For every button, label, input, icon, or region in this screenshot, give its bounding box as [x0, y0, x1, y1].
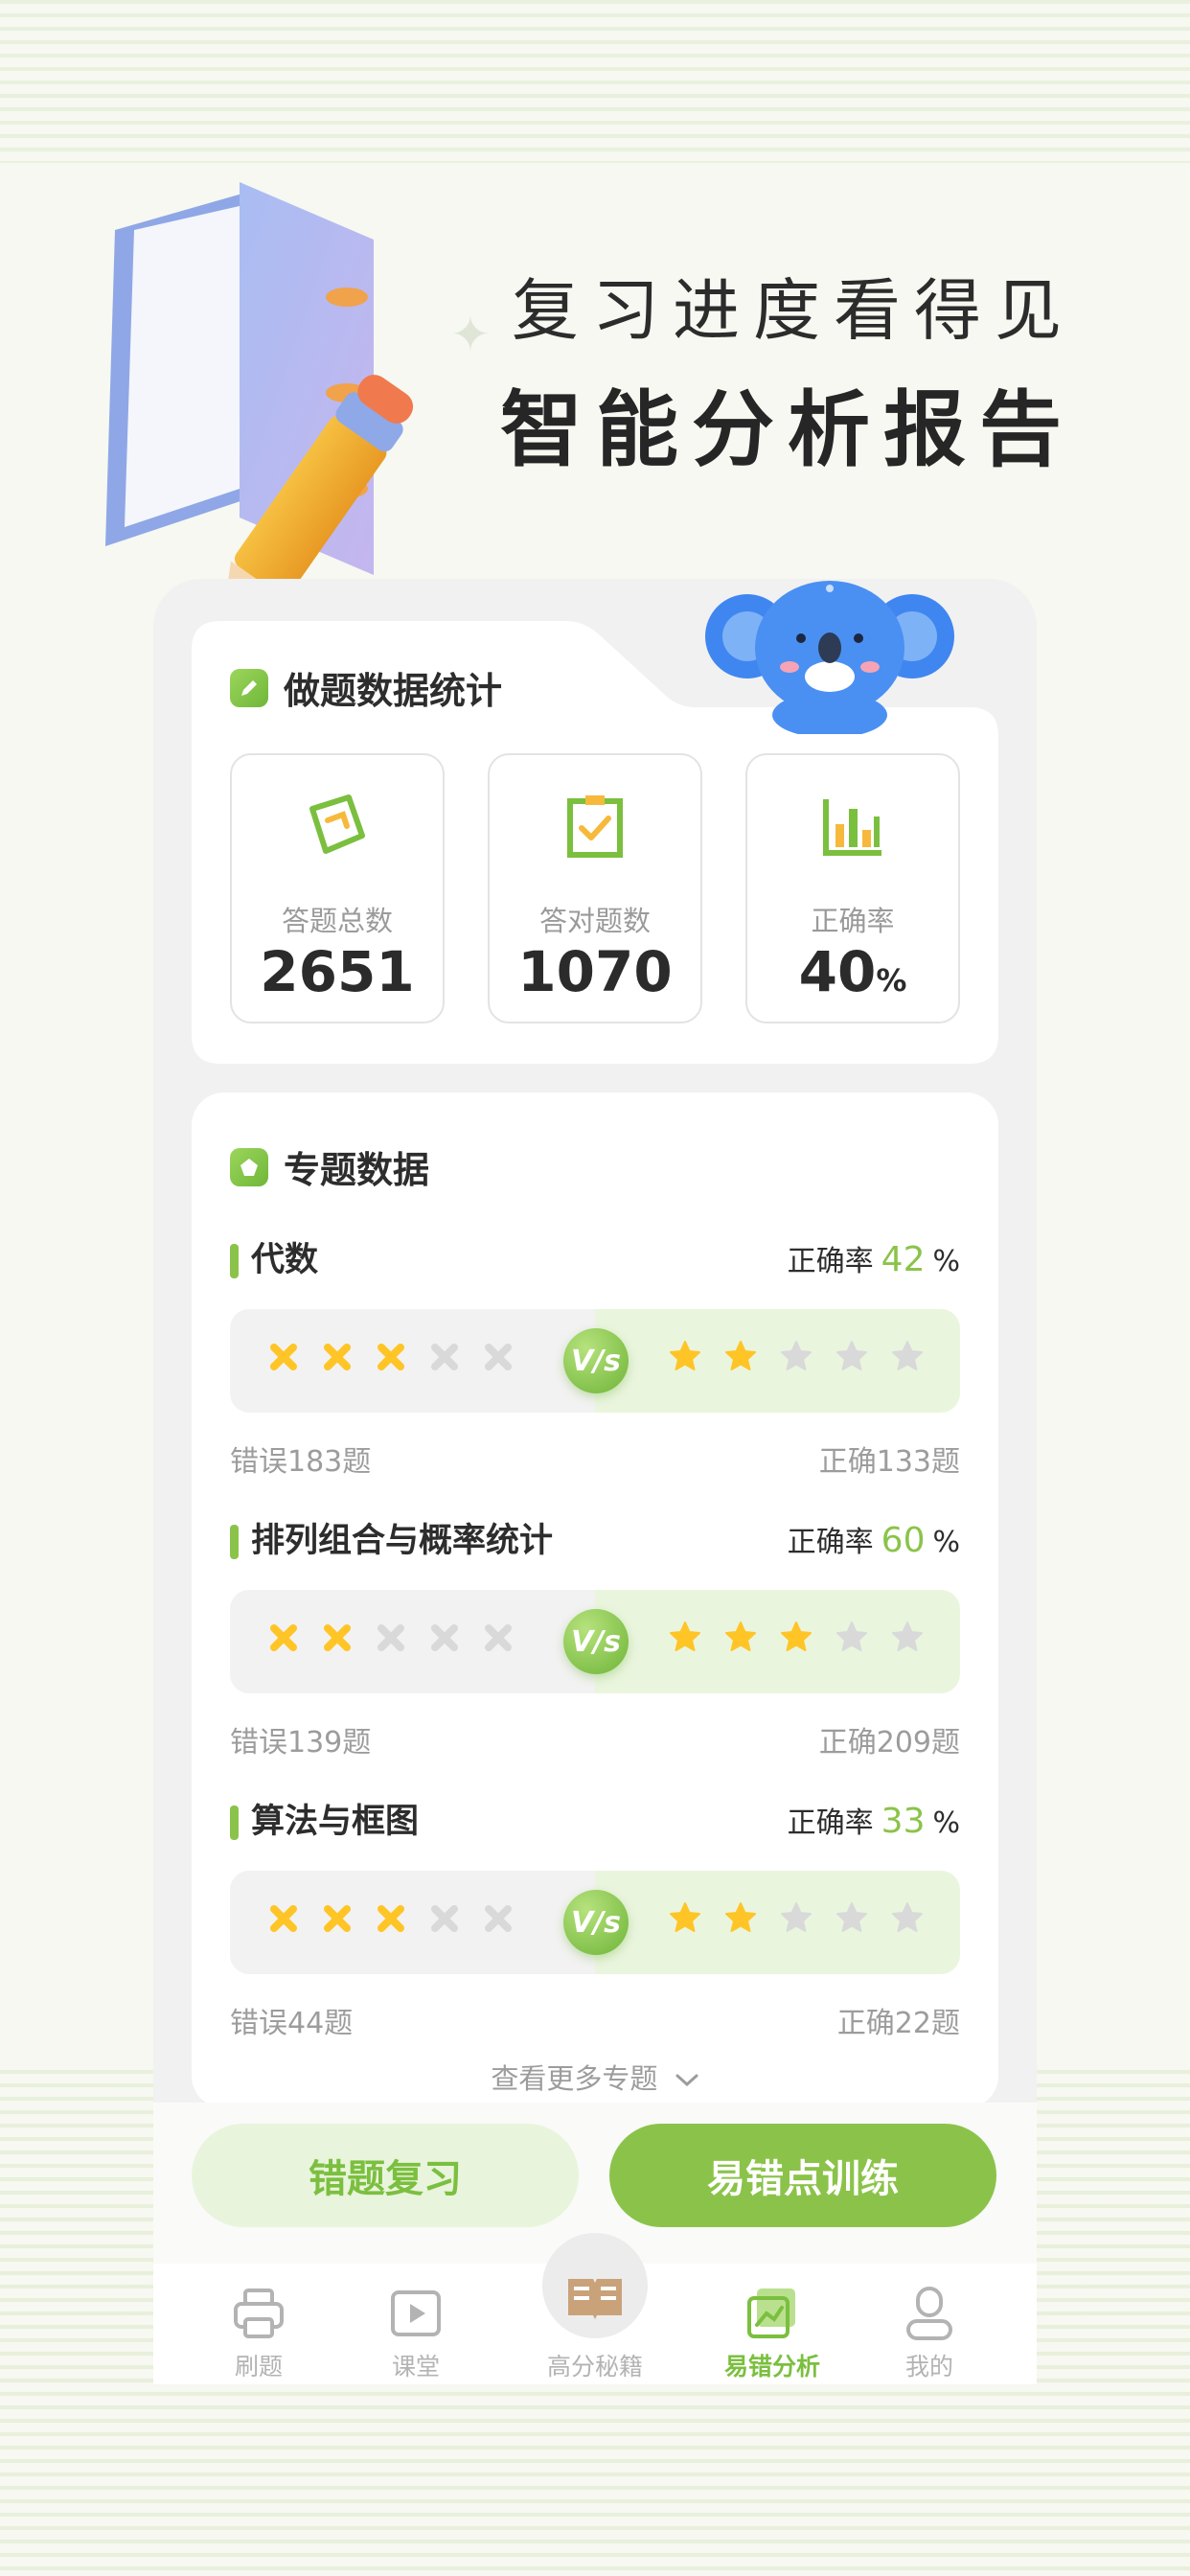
cross-mark-icon: [485, 1905, 512, 1932]
cross-mark-icon: [324, 1905, 351, 1932]
wrong-count: 错误44题: [230, 2007, 354, 2040]
tab-label: 易错分析: [723, 2353, 820, 2380]
error-point-training-button[interactable]: 易错点训练: [609, 2124, 996, 2227]
correct-stars: [669, 1901, 924, 1934]
tab-secrets[interactable]: 高分秘籍: [528, 2279, 662, 2382]
cross-mark-icon: [378, 1905, 404, 1932]
star-icon: [892, 1622, 923, 1651]
cross-mark-icon: [485, 1624, 512, 1651]
star-icon: [781, 1622, 812, 1651]
star-icon: [836, 1622, 867, 1651]
top-stripes: [0, 0, 1190, 163]
cross-mark-icon: [270, 1344, 297, 1370]
tab-label: 高分秘籍: [546, 2353, 643, 2380]
person-icon: [906, 2287, 952, 2340]
stat-total-answers: 答题总数 2651: [230, 753, 445, 1024]
correct-stars: [669, 1340, 924, 1372]
topics-title-text: 专题数据: [284, 1149, 430, 1191]
topic-name: 排列组合与概率统计: [230, 1517, 553, 1565]
chevron-down-icon: [675, 2074, 698, 2087]
pentagon-badge-icon: [230, 1147, 268, 1186]
tab-classroom[interactable]: 课堂: [349, 2281, 483, 2382]
star-icon: [781, 1902, 812, 1932]
more-topics-link[interactable]: 查看更多专题: [192, 2057, 998, 2097]
hero-title: 智能分析报告: [500, 382, 1075, 478]
star-icon: [670, 1341, 700, 1370]
topic-name: 算法与框图: [230, 1798, 419, 1846]
star-icon: [836, 1341, 867, 1370]
tab-error-analysis[interactable]: 易错分析: [705, 2281, 839, 2382]
tab-practice[interactable]: 刷题: [192, 2281, 326, 2382]
vs-badge: V/s: [563, 1328, 629, 1393]
topic-rate: 正确率 60%: [787, 1521, 960, 1560]
wrong-marks: [268, 1622, 514, 1653]
correct-stars: [669, 1621, 924, 1653]
bar-chart-icon: [823, 799, 881, 856]
cross-mark-icon: [378, 1344, 404, 1370]
star-icon: [725, 1902, 756, 1932]
cross-mark-icon: [431, 1905, 458, 1932]
review-mistakes-button[interactable]: 错题复习: [192, 2124, 579, 2227]
notebook-pencil-illustration: [105, 182, 414, 613]
cross-mark-icon: [270, 1905, 297, 1932]
star-icon: [725, 1622, 756, 1651]
wrong-marks: [268, 1342, 514, 1372]
stat-label: 答题总数: [281, 905, 393, 937]
tab-mine[interactable]: 我的: [862, 2281, 996, 2382]
star-icon: [892, 1341, 923, 1370]
star-icon: [725, 1341, 756, 1370]
star-icon: [836, 1902, 867, 1932]
wrong-count: 错误139题: [230, 1726, 372, 1760]
stat-value: 1070: [517, 939, 673, 1004]
star-icon: [670, 1622, 700, 1651]
play-video-icon: [391, 2290, 441, 2336]
pencil-badge-icon: [230, 668, 268, 707]
cross-mark-icon: [324, 1344, 351, 1370]
wrong-marks: [268, 1903, 514, 1934]
topics-section-title: 专题数据: [230, 1140, 429, 1193]
cross-mark-icon: [485, 1344, 512, 1370]
tab-label: 课堂: [391, 2353, 440, 2380]
tab-label: 刷题: [234, 2353, 283, 2380]
stat-label: 答对题数: [538, 905, 651, 937]
more-topics-label: 查看更多专题: [491, 2062, 658, 2095]
stat-correct-answers: 答对题数 1070: [488, 753, 702, 1024]
sparkle-icon: ✦: [450, 307, 491, 362]
topics-card: 专题数据 代数 正确率 42% V/s 错误183题 正确133题 排列组合与概率…: [192, 1092, 998, 2108]
correct-count: 正确22题: [836, 2007, 960, 2040]
star-icon: [892, 1902, 923, 1932]
stat-accuracy: 正确率 40%: [745, 753, 960, 1024]
wrong-count: 错误183题: [230, 1445, 372, 1479]
stat-value: 40%: [798, 939, 907, 1004]
topic-rate: 正确率 42%: [787, 1240, 960, 1279]
cross-mark-icon: [378, 1624, 404, 1651]
vs-badge: V/s: [563, 1609, 629, 1674]
stat-value: 2651: [260, 939, 415, 1004]
printer-icon: [234, 2288, 284, 2338]
trend-chart-icon: [747, 2288, 795, 2338]
cross-mark-icon: [270, 1624, 297, 1651]
open-book-icon: [568, 2279, 622, 2319]
correct-count: 正确133题: [818, 1445, 960, 1479]
cross-mark-icon: [324, 1624, 351, 1651]
topic-comparison-bar: V/s: [230, 1590, 960, 1693]
star-icon: [670, 1902, 700, 1932]
cross-mark-icon: [431, 1624, 458, 1651]
stat-label: 正确率: [811, 905, 895, 937]
topic-rate: 正确率 33%: [787, 1802, 960, 1841]
topic-comparison-bar: V/s: [230, 1871, 960, 1974]
vs-badge: V/s: [563, 1890, 629, 1955]
topic-comparison-bar: V/s: [230, 1309, 960, 1413]
answer-sheet-icon: [309, 794, 365, 854]
cross-mark-icon: [431, 1344, 458, 1370]
topic-name: 代数: [230, 1236, 318, 1284]
star-icon: [781, 1341, 812, 1370]
correct-count: 正确209题: [818, 1726, 960, 1760]
stats-title-text: 做题数据统计: [284, 670, 503, 712]
tab-label: 我的: [904, 2353, 953, 2380]
koala-mascot: [705, 581, 954, 734]
clipboard-check-icon: [567, 795, 623, 858]
hero-subtitle: 复习进度看得见: [512, 271, 1075, 350]
stats-section-title: 做题数据统计: [230, 661, 502, 714]
